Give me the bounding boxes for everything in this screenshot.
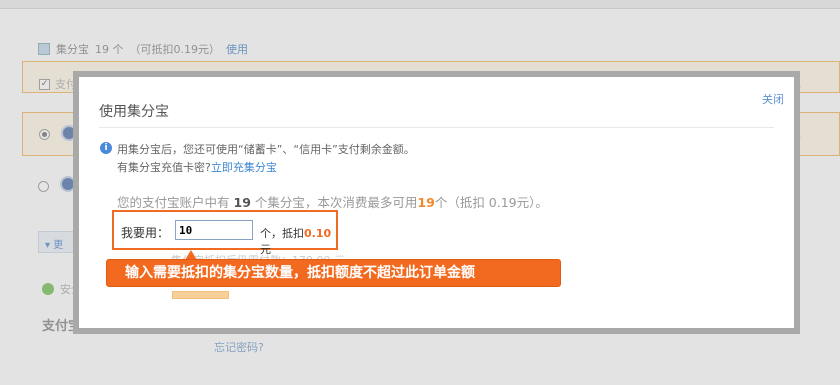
use-amount-input[interactable] xyxy=(175,220,253,240)
info-icon: i xyxy=(100,142,112,154)
use-amount-box: 我要用： 个，抵扣0.10元 xyxy=(112,210,338,256)
summary-max-use: 19 xyxy=(417,195,435,210)
title-divider xyxy=(99,127,774,128)
dialog-frame: 使用集分宝 关闭 i 用集分宝后，您还可使用“储蓄卡”、“信用卡”支付剩余金额。… xyxy=(73,71,800,334)
tip-line-1: 用集分宝后，您还可使用“储蓄卡”、“信用卡”支付剩余金额。 xyxy=(117,143,415,156)
use-jifenbao-dialog: 使用集分宝 关闭 i 用集分宝后，您还可使用“储蓄卡”、“信用卡”支付剩余金额。… xyxy=(79,77,794,328)
balance-summary: 您的支付宝账户中有 19 个集分宝，本次消费最多可用19个（抵扣 0.19元）。 xyxy=(117,192,548,211)
dialog-title: 使用集分宝 xyxy=(99,104,169,120)
summary-suffix: 个（抵扣 0.19元）。 xyxy=(434,195,548,210)
summary-prefix: 您的支付宝账户中有 xyxy=(117,195,230,210)
unit-prefix: 个，抵扣 xyxy=(260,227,304,240)
close-button[interactable]: 关闭 xyxy=(762,91,784,107)
confirm-button[interactable] xyxy=(172,291,229,299)
summary-middle: 个集分宝，本次消费最多可用 xyxy=(254,195,418,210)
deduct-amount: 0.10 xyxy=(304,227,332,240)
tip-line-2: 有集分宝充值卡密?立即充集分宝 xyxy=(117,159,277,175)
use-label: 我要用： xyxy=(121,226,170,240)
summary-count: 19 xyxy=(233,195,251,210)
recharge-jifenbao-link[interactable]: 立即充集分宝 xyxy=(211,161,277,174)
tip-line-2-prefix: 有集分宝充值卡密? xyxy=(117,161,211,174)
instruction-callout: 输入需要抵扣的集分宝数量，抵扣额度不超过此订单金额 xyxy=(106,259,561,287)
